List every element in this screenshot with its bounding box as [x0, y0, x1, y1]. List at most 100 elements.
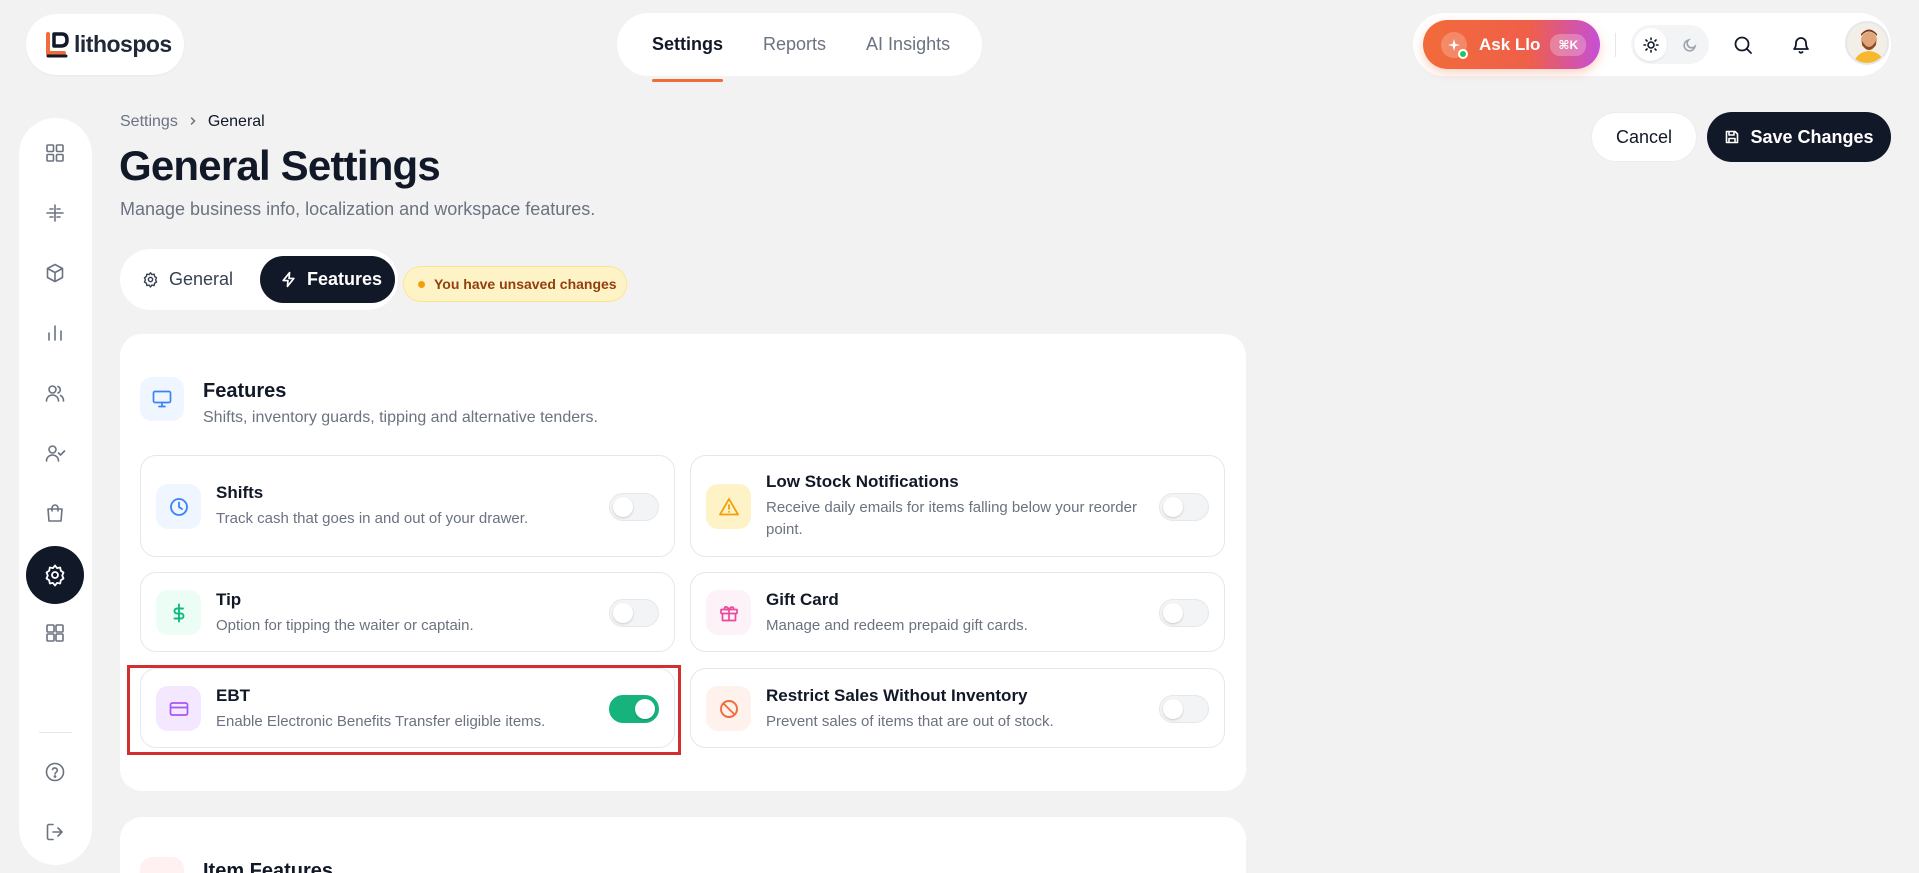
nav-settings[interactable]: Settings — [652, 13, 724, 82]
gift-card-toggle[interactable] — [1159, 599, 1209, 627]
sidebar-item-analytics[interactable] — [26, 304, 84, 362]
gear-icon — [143, 272, 158, 288]
feature-title: Low Stock Notifications — [766, 472, 959, 491]
features-card: Features Shifts, inventory guards, tippi… — [120, 334, 1246, 791]
tab-general[interactable]: General — [142, 256, 233, 303]
ebt-toggle[interactable] — [609, 695, 659, 723]
top-nav: Settings Reports AI Insights — [617, 13, 982, 82]
sidebar-item-help[interactable] — [26, 743, 84, 801]
moon-icon[interactable] — [1673, 28, 1706, 61]
ask-llo-button[interactable]: Ask Llo ⌘K — [1423, 20, 1600, 69]
item-features-title: Item Features — [203, 860, 334, 873]
feature-ebt: EBT Enable Electronic Benefits Transfer … — [140, 668, 675, 748]
ask-shortcut-badge: ⌘K — [1550, 33, 1587, 56]
dollar-icon — [156, 590, 201, 635]
credit-card-icon — [156, 686, 201, 731]
sidebar — [19, 118, 92, 865]
sun-icon[interactable] — [1634, 28, 1667, 61]
divider — [1615, 33, 1616, 57]
grid-icon — [46, 144, 64, 162]
logout-icon — [46, 823, 63, 841]
feature-low-stock-notifications: Low Stock Notifications Receive daily em… — [690, 455, 1225, 557]
sparkle-icon — [1441, 31, 1468, 59]
sidebar-divider — [39, 732, 72, 733]
help-icon — [45, 762, 65, 782]
unsaved-dot — [418, 280, 425, 288]
feature-description: Option for tipping the waiter or captain… — [216, 617, 474, 634]
clock-icon — [156, 484, 201, 529]
top-actions: Ask Llo ⌘K — [1413, 13, 1891, 76]
nav-ai-insights[interactable]: AI Insights — [866, 13, 950, 76]
logo-mark-icon — [46, 31, 69, 57]
breadcrumb-settings[interactable]: Settings — [120, 113, 178, 131]
ask-llo-label: Ask Llo — [1479, 34, 1541, 54]
tab-general-label: General — [169, 269, 234, 289]
feature-title: Shifts — [216, 483, 264, 502]
sidebar-item-inventory[interactable] — [26, 244, 84, 302]
item-features-icon — [140, 857, 184, 873]
warning-icon — [706, 484, 751, 529]
gear-icon — [45, 564, 65, 587]
chevron-right-icon — [188, 113, 198, 131]
gift-icon — [706, 590, 751, 635]
unsaved-changes-badge: You have unsaved changes — [403, 266, 627, 302]
features-title: Features — [203, 380, 287, 402]
bell-icon[interactable] — [1786, 30, 1816, 60]
feature-title: Restrict Sales Without Inventory — [766, 686, 1028, 705]
restrict-sales-toggle[interactable] — [1159, 695, 1209, 723]
sidebar-item-apps[interactable] — [26, 604, 84, 662]
shopping-bag-icon — [47, 504, 63, 522]
unsaved-label: You have unsaved changes — [434, 276, 617, 292]
sidebar-item-orders[interactable] — [26, 484, 84, 542]
bar-chart-icon — [48, 325, 62, 341]
online-dot — [1458, 48, 1468, 59]
low-stock-toggle[interactable] — [1159, 493, 1209, 521]
feature-restrict-sales-without-inventory: Restrict Sales Without Inventory Prevent… — [690, 668, 1225, 748]
brand-name: lithospos — [74, 31, 172, 57]
feature-title: Tip — [216, 590, 242, 609]
save-changes-label: Save Changes — [1750, 126, 1874, 147]
features-subtitle: Shifts, inventory guards, tipping and al… — [203, 409, 598, 426]
feature-gift-card: Gift Card Manage and redeem prepaid gift… — [690, 572, 1225, 652]
breadcrumb-current: General — [207, 113, 265, 130]
feature-title: Gift Card — [766, 590, 839, 609]
lightning-icon — [282, 271, 295, 288]
sidebar-item-logout[interactable] — [26, 803, 84, 861]
search-icon[interactable] — [1728, 30, 1758, 60]
save-icon — [1726, 130, 1739, 144]
tab-features-label: Features — [307, 269, 383, 289]
sidebar-item-staff[interactable] — [26, 424, 84, 482]
users-icon — [45, 385, 65, 402]
feature-description: Enable Electronic Benefits Transfer elig… — [216, 713, 546, 730]
feature-description: Receive daily emails for items falling b… — [766, 499, 1137, 538]
feature-description: Track cash that goes in and out of your … — [216, 510, 529, 527]
sidebar-item-customers[interactable] — [26, 364, 84, 422]
cancel-button[interactable]: Cancel — [1591, 112, 1697, 162]
feature-tip: Tip Option for tipping the waiter or cap… — [140, 572, 675, 652]
brand-logo[interactable]: lithospos — [26, 14, 184, 75]
ban-icon — [706, 686, 751, 731]
feature-shifts: Shifts Track cash that goes in and out o… — [140, 455, 675, 557]
item-features-card: Item Features — [120, 817, 1246, 873]
tab-features[interactable]: Features — [260, 256, 395, 303]
feature-description: Manage and redeem prepaid gift cards. — [766, 617, 1028, 634]
sidebar-item-dashboard[interactable] — [26, 124, 84, 182]
apps-icon — [46, 624, 64, 642]
shifts-toggle[interactable] — [609, 493, 659, 521]
monitor-icon — [140, 377, 184, 421]
sidebar-item-settings[interactable] — [26, 546, 84, 604]
breadcrumb: Settings General — [120, 113, 265, 131]
avatar[interactable] — [1845, 21, 1889, 65]
nav-reports[interactable]: Reports — [763, 13, 826, 76]
box-icon — [46, 263, 64, 283]
sidebar-item-pos[interactable] — [26, 184, 84, 242]
save-changes-button[interactable]: Save Changes — [1707, 112, 1891, 162]
settings-tabs: General Features — [120, 249, 398, 310]
page-title: General Settings — [119, 142, 441, 189]
page-subtitle: Manage business info, localization and w… — [120, 199, 596, 219]
tip-toggle[interactable] — [609, 599, 659, 627]
hash-icon — [46, 204, 64, 222]
theme-toggle[interactable] — [1631, 25, 1709, 64]
feature-title: EBT — [216, 686, 250, 705]
user-check-icon — [45, 445, 66, 462]
